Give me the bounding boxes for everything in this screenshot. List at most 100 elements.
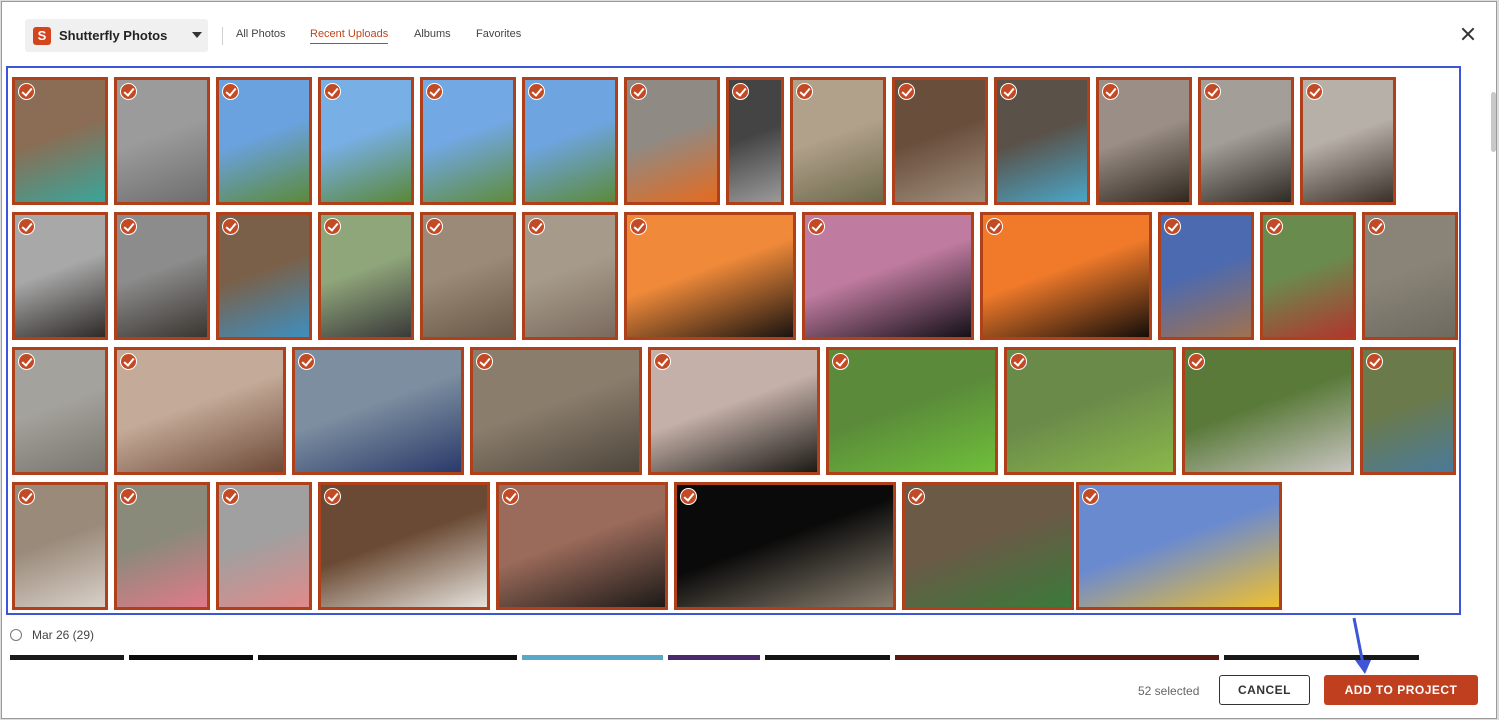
check-icon[interactable] <box>120 353 137 370</box>
photo-thumbnail-dog[interactable] <box>292 347 464 475</box>
photo-thumbnail-horses[interactable] <box>522 77 618 205</box>
photo-thumbnail-dog[interactable] <box>216 482 312 610</box>
check-icon[interactable] <box>324 218 341 235</box>
check-icon[interactable] <box>808 218 825 235</box>
check-icon[interactable] <box>908 488 925 505</box>
photo-thumbnail-dog[interactable] <box>114 212 210 340</box>
photo-thumbnail-horses[interactable] <box>420 77 516 205</box>
check-icon[interactable] <box>1368 218 1385 235</box>
check-icon[interactable] <box>426 83 443 100</box>
check-icon[interactable] <box>528 83 545 100</box>
check-icon[interactable] <box>1266 218 1283 235</box>
tab-all-photos[interactable]: All Photos <box>236 28 286 43</box>
photo-thumbnail-dog[interactable] <box>470 347 642 475</box>
photo-thumbnail-dog[interactable] <box>12 482 108 610</box>
check-icon[interactable] <box>502 488 519 505</box>
next-row-thumb[interactable] <box>895 655 1219 660</box>
next-row-thumb[interactable] <box>522 655 663 660</box>
check-icon[interactable] <box>1306 83 1323 100</box>
next-row-thumb[interactable] <box>668 655 760 660</box>
photo-thumbnail-dog[interactable] <box>1004 347 1176 475</box>
check-icon[interactable] <box>1366 353 1383 370</box>
cancel-button[interactable]: CANCEL <box>1219 675 1310 705</box>
check-icon[interactable] <box>1188 353 1205 370</box>
check-icon[interactable] <box>832 353 849 370</box>
check-icon[interactable] <box>476 353 493 370</box>
check-icon[interactable] <box>630 218 647 235</box>
check-icon[interactable] <box>898 83 915 100</box>
photo-thumbnail-dog[interactable] <box>826 347 998 475</box>
photo-thumbnail-dog[interactable] <box>12 212 108 340</box>
photo-thumbnail-chair[interactable] <box>1360 347 1456 475</box>
check-icon[interactable] <box>1082 488 1099 505</box>
photo-thumbnail-dog[interactable] <box>216 212 312 340</box>
photo-thumbnail-sunset[interactable] <box>648 347 820 475</box>
check-icon[interactable] <box>18 218 35 235</box>
check-icon[interactable] <box>796 83 813 100</box>
check-icon[interactable] <box>654 353 671 370</box>
photo-thumbnail-dog[interactable] <box>624 77 720 205</box>
check-icon[interactable] <box>120 218 137 235</box>
check-icon[interactable] <box>630 83 647 100</box>
close-icon[interactable] <box>1457 24 1479 46</box>
check-icon[interactable] <box>732 83 749 100</box>
photo-thumbnail-porch[interactable] <box>318 482 490 610</box>
check-icon[interactable] <box>680 488 697 505</box>
photo-thumbnail-screen[interactable] <box>726 77 784 205</box>
photo-source-dropdown[interactable]: S Shutterfly Photos <box>25 19 208 52</box>
check-icon[interactable] <box>324 83 341 100</box>
photo-thumbnail-dog[interactable] <box>790 77 886 205</box>
check-icon[interactable] <box>18 488 35 505</box>
photo-thumbnail-dog[interactable] <box>1300 77 1396 205</box>
scrollbar[interactable] <box>1491 92 1496 152</box>
photo-thumbnail-dog[interactable] <box>12 347 108 475</box>
check-icon[interactable] <box>222 83 239 100</box>
check-icon[interactable] <box>1102 83 1119 100</box>
photo-thumbnail-pooh[interactable] <box>1076 482 1282 610</box>
photo-thumbnail-people[interactable] <box>902 482 1074 610</box>
photo-thumbnail-dog[interactable] <box>1158 212 1254 340</box>
photo-thumbnail-dog[interactable] <box>994 77 1090 205</box>
photo-thumbnail-dog[interactable] <box>1182 347 1354 475</box>
photo-thumbnail-sunset[interactable] <box>624 212 796 340</box>
next-row-thumb[interactable] <box>1224 655 1419 660</box>
add-to-project-button[interactable]: ADD TO PROJECT <box>1324 675 1478 705</box>
photo-thumbnail-dog[interactable] <box>114 482 210 610</box>
photo-thumbnail-dog[interactable] <box>1198 77 1294 205</box>
photo-thumbnail-dog[interactable] <box>1260 212 1356 340</box>
check-icon[interactable] <box>528 218 545 235</box>
tab-recent-uploads[interactable]: Recent Uploads <box>310 28 389 44</box>
next-row-thumb[interactable] <box>765 655 890 660</box>
next-row-thumb[interactable] <box>129 655 253 660</box>
photo-thumbnail-horses[interactable] <box>216 77 312 205</box>
tab-favorites[interactable]: Favorites <box>476 28 521 43</box>
check-icon[interactable] <box>222 488 239 505</box>
check-icon[interactable] <box>18 353 35 370</box>
photo-thumbnail-dog[interactable] <box>674 482 896 610</box>
check-icon[interactable] <box>1000 83 1017 100</box>
check-icon[interactable] <box>120 488 137 505</box>
check-icon[interactable] <box>1164 218 1181 235</box>
photo-thumbnail-dog[interactable] <box>1096 77 1192 205</box>
photo-thumbnail-dog[interactable] <box>12 77 108 205</box>
check-icon[interactable] <box>1204 83 1221 100</box>
photo-thumbnail-floor[interactable] <box>114 77 210 205</box>
photo-thumbnail-dog[interactable] <box>114 347 286 475</box>
check-icon[interactable] <box>298 353 315 370</box>
check-icon[interactable] <box>18 83 35 100</box>
check-icon[interactable] <box>986 218 1003 235</box>
photo-thumbnail-dog[interactable] <box>318 212 414 340</box>
photo-thumbnail-sunset[interactable] <box>496 482 668 610</box>
check-icon[interactable] <box>120 83 137 100</box>
check-icon[interactable] <box>324 488 341 505</box>
tab-albums[interactable]: Albums <box>414 28 451 43</box>
photo-thumbnail-dog[interactable] <box>522 212 618 340</box>
check-icon[interactable] <box>222 218 239 235</box>
photo-thumbnail-horses[interactable] <box>318 77 414 205</box>
date-group-select-radio[interactable] <box>10 629 22 641</box>
photo-thumbnail-sunset[interactable] <box>802 212 974 340</box>
check-icon[interactable] <box>426 218 443 235</box>
next-row-thumb[interactable] <box>258 655 517 660</box>
photo-thumbnail-dog[interactable] <box>420 212 516 340</box>
photo-thumbnail-dog[interactable] <box>1362 212 1458 340</box>
